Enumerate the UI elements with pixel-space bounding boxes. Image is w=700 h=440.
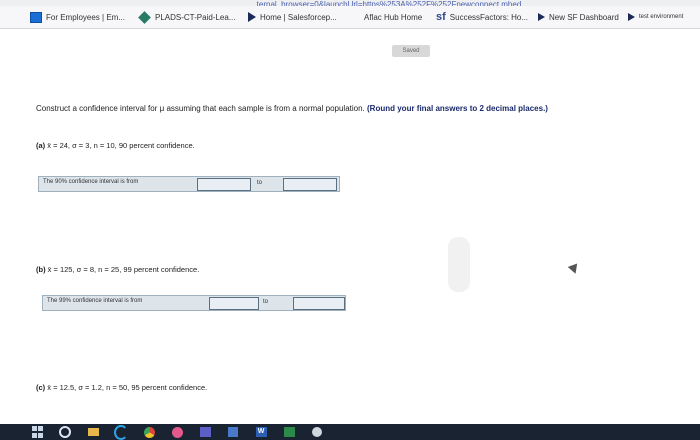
bookmark-test-environment[interactable]: test environment — [628, 10, 683, 24]
settings-icon[interactable] — [310, 426, 324, 438]
saved-status-badge: Saved — [392, 45, 430, 57]
bookmark-salesforce[interactable]: Home | Salesforcep... — [248, 10, 337, 24]
windows-taskbar: W — [0, 424, 700, 440]
to-label-b: to — [263, 299, 269, 305]
grid-icon — [350, 12, 360, 22]
play-icon — [538, 13, 545, 21]
lower-bound-input-a[interactable] — [197, 178, 251, 191]
lower-bound-input-b[interactable] — [209, 297, 259, 310]
assignment-page: Saved Construct a confidence interval fo… — [0, 29, 700, 424]
file-explorer-icon[interactable] — [86, 426, 100, 438]
bookmarks-bar: For Employees | Em... PLADS-CT-Paid-Lea.… — [0, 6, 700, 29]
bookmark-plads[interactable]: PLADS-CT-Paid-Lea... — [138, 10, 235, 24]
bookmark-for-employees[interactable]: For Employees | Em... — [30, 10, 125, 24]
diamond-icon — [138, 10, 151, 24]
teams-icon[interactable] — [198, 426, 212, 438]
word-icon[interactable]: W — [254, 426, 268, 438]
bookmark-successfactors[interactable]: sf SuccessFactors: Ho... — [436, 10, 528, 24]
search-icon[interactable] — [58, 426, 72, 438]
play-icon — [628, 13, 635, 21]
part-a: (a) x̄ = 24, σ = 3, n = 10, 90 percent c… — [36, 141, 195, 150]
answer-row-a: The 90% confidence interval is from to — [38, 176, 340, 192]
chrome-icon[interactable] — [142, 426, 156, 438]
play-icon — [248, 12, 256, 22]
mouse-cursor-icon — [567, 263, 581, 276]
question-prompt: Construct a confidence interval for μ as… — [36, 104, 636, 114]
bookmark-new-sf-dashboard[interactable]: New SF Dashboard — [538, 10, 619, 24]
part-c: (c) x̄ = 12.5, σ = 1.2, n = 50, 95 perce… — [36, 383, 208, 392]
question-intro: Construct a confidence interval for μ as… — [36, 104, 365, 113]
answer-label-a: The 90% confidence interval is from — [43, 179, 139, 185]
start-icon[interactable] — [30, 426, 44, 438]
app-icon[interactable] — [170, 426, 184, 438]
side-panel-tab[interactable] — [448, 237, 470, 292]
bookmark-aflac-hub[interactable]: Aflac Hub Home — [350, 10, 422, 24]
answer-label-b: The 99% confidence interval is from — [47, 298, 143, 304]
excel-icon[interactable] — [282, 426, 296, 438]
upper-bound-input-a[interactable] — [283, 178, 337, 191]
windows-icon — [30, 11, 42, 23]
sf-icon: sf — [436, 11, 446, 23]
answer-row-b: The 99% confidence interval is from to — [42, 295, 346, 311]
onenote-icon[interactable] — [226, 426, 240, 438]
part-b: (b) x̄ = 125, σ = 8, n = 25, 99 percent … — [36, 265, 200, 274]
edge-icon[interactable] — [114, 424, 128, 440]
upper-bound-input-b[interactable] — [293, 297, 345, 310]
to-label-a: to — [257, 180, 263, 186]
question-instruction: (Round your final answers to 2 decimal p… — [367, 104, 548, 113]
